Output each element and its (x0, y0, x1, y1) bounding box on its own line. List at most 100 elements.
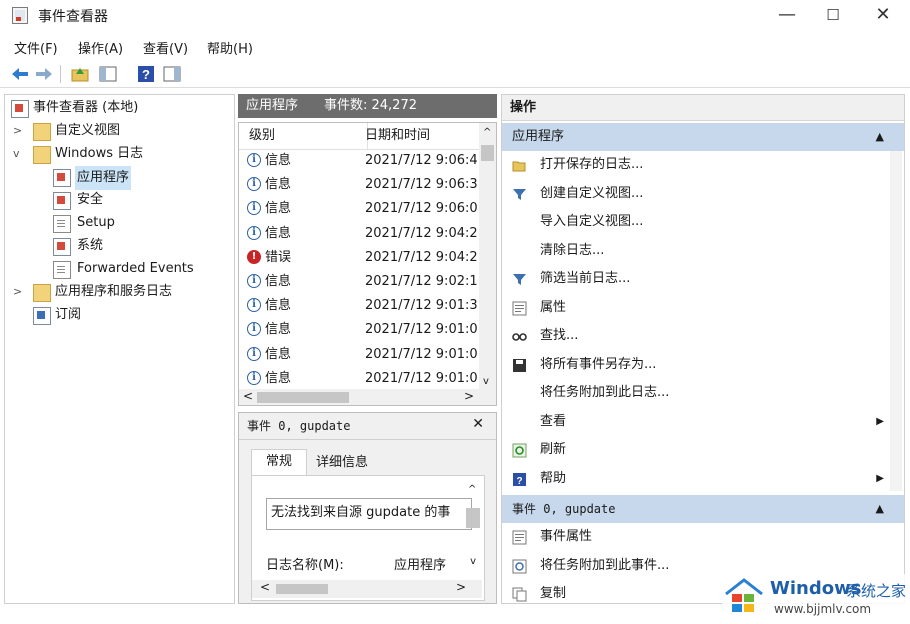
scroll-right-icon[interactable]: > (464, 389, 474, 403)
tab-general[interactable]: 常规 (251, 449, 307, 476)
events-horizontal-scrollbar[interactable]: < > (239, 389, 496, 405)
action-item[interactable]: 将任务附加到此日志... (502, 379, 904, 407)
log-name-field-label: 日志名称(M): (266, 558, 344, 573)
close-button[interactable]: ✕ (858, 0, 908, 30)
scroll-left-icon[interactable]: < (243, 389, 253, 403)
action-item[interactable]: 属性 (502, 294, 904, 322)
hscroll-thumb[interactable] (257, 392, 349, 403)
window-title: 事件查看器 (38, 9, 108, 25)
action-item[interactable]: 将所有事件另存为... (502, 351, 904, 379)
menu-view[interactable]: 查看(V) (143, 38, 188, 57)
action-item[interactable]: 导入自定义视图... (502, 208, 904, 236)
scroll-down-icon[interactable]: v (483, 376, 489, 387)
task-icon (512, 559, 527, 573)
chevron-right-icon[interactable]: > (13, 120, 22, 142)
folder-icon (33, 284, 51, 302)
cell-datetime: 2021/7/12 9:01:3 (365, 298, 477, 314)
chevron-right-icon[interactable]: > (13, 281, 22, 303)
cell-datetime: 2021/7/12 9:06:4 (365, 153, 477, 168)
submenu-arrow-icon: ▶ (876, 415, 884, 427)
cell-datetime: 2021/7/12 9:06:3 (365, 177, 477, 193)
log-plain-icon (53, 215, 71, 233)
action-item[interactable]: 查看 ▶ (502, 408, 904, 436)
events-pane-header: 应用程序 事件数: 24,272 (238, 94, 497, 118)
show-hide-tree-icon[interactable] (98, 64, 118, 84)
action-item[interactable]: 刷新 (502, 436, 904, 464)
scroll-right-icon[interactable]: > (456, 580, 466, 594)
scroll-left-icon[interactable]: < (260, 580, 270, 594)
help-icon[interactable]: ? (136, 64, 156, 84)
cell-datetime: 2021/7/12 9:01:0 (365, 322, 477, 338)
scroll-down-icon[interactable]: v (470, 556, 476, 567)
table-row[interactable]: i 信息 2021/7/12 9:01:3 (239, 294, 479, 318)
cell-level: 信息 (265, 177, 292, 193)
windows-logo-icon (725, 578, 763, 612)
minimize-button[interactable]: — (762, 0, 812, 30)
table-row[interactable]: i 信息 2021/7/12 9:06:0 (239, 197, 479, 221)
events-pane: 应用程序 事件数: 24,272 级别 日期和时间 i 信息 2021/7/12 9… (238, 94, 497, 604)
chevron-down-icon[interactable]: v (13, 143, 20, 165)
find-icon (512, 333, 527, 341)
action-item[interactable]: 事件属性 (502, 523, 904, 551)
menu-action[interactable]: 操作(A) (78, 38, 123, 57)
properties-icon (512, 530, 527, 545)
folder-open-icon (512, 161, 526, 172)
table-row[interactable]: i 信息 2021/7/12 9:01:0 (239, 318, 479, 342)
action-item[interactable]: ? 帮助 ▶ (502, 465, 904, 493)
menu-file[interactable]: 文件(F) (14, 38, 58, 57)
action-label: 将所有事件另存为... (540, 356, 657, 372)
svg-text:?: ? (516, 476, 522, 487)
action-item[interactable]: 创建自定义视图... (502, 180, 904, 208)
back-arrow-icon[interactable] (10, 64, 30, 84)
folder-icon (33, 123, 51, 141)
scroll-up-icon[interactable]: ^ (483, 127, 491, 138)
cell-level: 信息 (265, 153, 292, 168)
info-icon: i (247, 225, 261, 240)
action-item[interactable]: 查找... (502, 322, 904, 350)
action-label: 查看 (540, 413, 567, 429)
log-icon (53, 238, 71, 256)
events-vertical-scrollbar[interactable]: ^ v (479, 123, 496, 389)
maximize-button[interactable]: ☐ (808, 0, 858, 30)
up-folder-icon[interactable] (70, 64, 90, 84)
section-title: 事件 0, gupdate (512, 502, 616, 516)
events-list: 级别 日期和时间 i 信息 2021/7/12 9:06:4 i 信息 2021/7/12… (238, 122, 497, 406)
action-label: 属性 (540, 299, 567, 315)
table-row[interactable]: ! 错误 2021/7/12 9:04:2 (239, 246, 479, 270)
table-row[interactable]: i 信息 2021/7/12 9:01:0 (239, 343, 479, 367)
detail-horizontal-scrollbar[interactable]: < > (252, 580, 482, 598)
tab-details[interactable]: 详细信息 (309, 451, 375, 475)
column-header-datetime[interactable]: 日期和时间 (357, 123, 490, 150)
scroll-up-icon[interactable]: ^ (468, 484, 476, 495)
collapse-arrow-icon[interactable]: ▲ (876, 495, 884, 523)
error-icon: ! (247, 249, 261, 264)
table-row[interactable]: i 信息 2021/7/12 9:02:1 (239, 270, 479, 294)
detail-close-icon[interactable]: ✕ (472, 416, 484, 432)
cell-datetime: 2021/7/12 9:01:0 (365, 346, 477, 362)
save-icon (513, 358, 526, 372)
actions-section-application[interactable]: 应用程序 ▲ (502, 123, 904, 151)
table-row[interactable]: i 信息 2021/7/12 9:06:4 (239, 149, 479, 173)
table-row[interactable]: i 信息 2021/7/12 9:04:2 (239, 222, 479, 246)
column-header-level[interactable]: 级别 (239, 123, 368, 150)
hscroll-thumb[interactable] (276, 584, 328, 594)
actions-scrollbar[interactable] (890, 151, 902, 491)
submenu-arrow-icon: ▶ (876, 472, 884, 484)
scroll-thumb[interactable] (481, 145, 494, 161)
message-scrollbar[interactable]: ^ (466, 484, 480, 544)
collapse-arrow-icon[interactable]: ▲ (876, 123, 884, 151)
table-row[interactable]: i 信息 2021/7/12 9:01:0 (239, 367, 479, 391)
table-row[interactable]: i 信息 2021/7/12 9:06:3 (239, 173, 479, 197)
actions-section-event[interactable]: 事件 0, gupdate ▲ (502, 495, 904, 523)
action-item[interactable]: 筛选当前日志... (502, 265, 904, 293)
action-item[interactable]: 清除日志... (502, 237, 904, 265)
event-message-box[interactable]: 无法找到来自源 gupdate 的事 (266, 498, 472, 530)
info-icon: i (247, 298, 261, 313)
scroll-thumb[interactable] (466, 508, 480, 528)
forward-arrow-icon[interactable] (34, 64, 54, 84)
menu-help[interactable]: 帮助(H) (207, 38, 253, 57)
show-hide-action-pane-icon[interactable] (162, 64, 182, 84)
cell-datetime: 2021/7/12 9:04:2 (365, 225, 477, 241)
cell-level: 信息 (265, 322, 292, 338)
action-item[interactable]: 打开保存的日志... (502, 151, 904, 179)
